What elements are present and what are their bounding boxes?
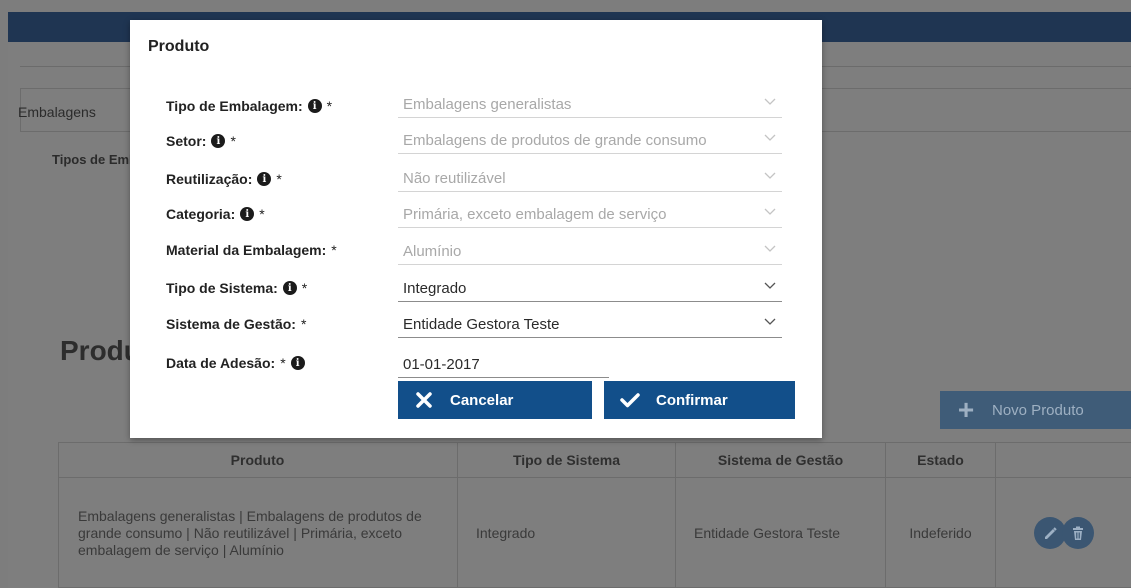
label-data-adesao: Data de Adesão: * i — [166, 355, 305, 371]
chevron-down-icon — [764, 134, 776, 141]
th-produto: Produto — [58, 442, 458, 478]
pencil-icon — [1044, 527, 1057, 539]
new-product-button[interactable]: + Novo Produto — [940, 391, 1131, 429]
label-material: Material da Embalagem: * — [166, 242, 337, 258]
tab-embalagens[interactable]: Embalagens — [18, 104, 96, 120]
cancel-label: Cancelar — [450, 391, 514, 409]
chevron-down-icon — [764, 98, 776, 105]
table-cell-produto: Embalagens generalistas | Embalagens de … — [58, 478, 458, 588]
select-tipo-embalagem[interactable]: Embalagens generalistas — [398, 92, 782, 118]
product-modal: Produto Tipo de Embalagem: i * Embalagen… — [130, 20, 822, 438]
th-tipo-sistema: Tipo de Sistema — [458, 442, 676, 478]
chevron-down-icon — [764, 282, 776, 289]
th-actions — [996, 442, 1131, 478]
table-cell-estado: Indeferido — [886, 478, 996, 588]
info-icon[interactable]: i — [257, 172, 272, 186]
plus-icon: + — [957, 394, 975, 425]
new-product-label: Novo Produto — [992, 401, 1084, 419]
trash-icon — [1072, 526, 1083, 540]
label-tipo-embalagem: Tipo de Embalagem: i * — [166, 98, 333, 114]
label-sistema-gestao: Sistema de Gestão: * — [166, 316, 307, 332]
select-tipo-sistema[interactable]: Integrado — [398, 276, 782, 302]
label-tipo-sistema: Tipo de Sistema: i * — [166, 280, 308, 296]
confirm-label: Confirmar — [656, 391, 728, 409]
delete-button[interactable] — [1061, 517, 1094, 549]
table-cell-tipo-sistema: Integrado — [458, 478, 676, 588]
table-cell-actions — [996, 478, 1131, 588]
select-sistema-gestao[interactable]: Entidade Gestora Teste — [398, 312, 782, 338]
check-icon — [604, 392, 656, 408]
label-setor: Setor: i * — [166, 133, 236, 149]
th-estado: Estado — [886, 442, 996, 478]
chevron-down-icon — [764, 318, 776, 325]
label-categoria: Categoria: i * — [166, 206, 265, 222]
chevron-down-icon — [764, 172, 776, 179]
chevron-down-icon — [764, 208, 776, 215]
info-icon[interactable]: i — [282, 281, 297, 295]
info-icon[interactable]: i — [240, 207, 255, 221]
label-reutilizacao: Reutilização: i * — [166, 171, 282, 187]
th-sistema-gestao: Sistema de Gestão — [676, 442, 886, 478]
info-icon[interactable]: i — [211, 134, 226, 148]
modal-title: Produto — [148, 38, 210, 55]
select-material[interactable]: Alumínio — [398, 239, 782, 265]
select-reutilizacao[interactable]: Não reutilizável — [398, 166, 782, 192]
select-setor[interactable]: Embalagens de produtos de grande consumo — [398, 128, 782, 154]
select-categoria[interactable]: Primária, exceto embalagem de serviço — [398, 202, 782, 228]
cancel-button[interactable]: Cancelar — [398, 381, 592, 419]
x-icon — [398, 392, 450, 408]
info-icon[interactable]: i — [307, 99, 322, 113]
table-cell-sistema-gestao: Entidade Gestora Teste — [676, 478, 886, 588]
edit-button[interactable] — [1033, 517, 1066, 549]
confirm-button[interactable]: Confirmar — [604, 381, 795, 419]
chevron-down-icon — [764, 245, 776, 252]
info-icon[interactable]: i — [290, 356, 305, 370]
date-input[interactable]: 01-01-2017 — [398, 352, 609, 378]
